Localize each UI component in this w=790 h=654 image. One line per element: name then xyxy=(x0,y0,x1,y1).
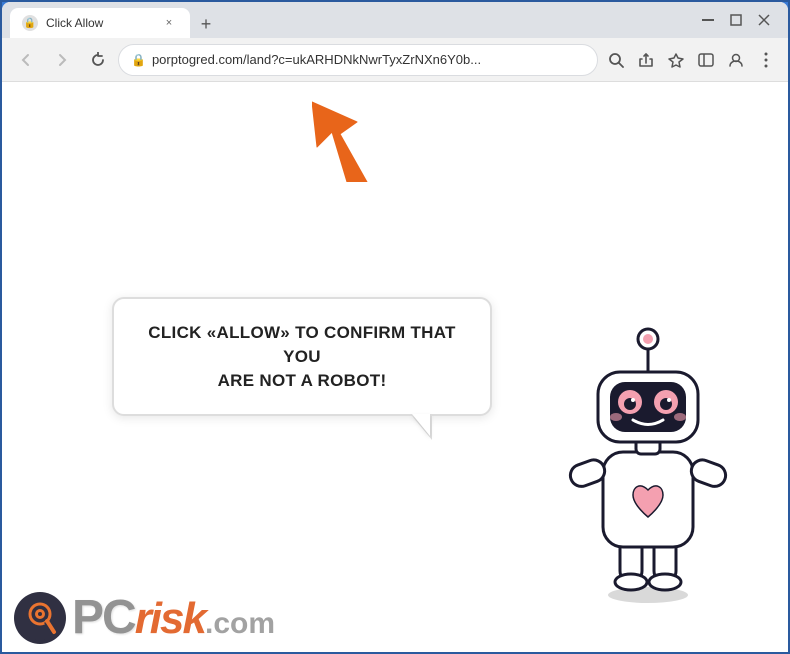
profile-icon[interactable] xyxy=(722,46,750,74)
restore-button[interactable] xyxy=(728,12,744,28)
sidebar-icon[interactable] xyxy=(692,46,720,74)
share-icon[interactable] xyxy=(632,46,660,74)
speech-bubble: CLICK «ALLOW» TO CONFIRM THAT YOU ARE NO… xyxy=(112,297,492,416)
bubble-text: CLICK «ALLOW» TO CONFIRM THAT YOU ARE NO… xyxy=(142,321,462,392)
window-controls xyxy=(700,12,780,28)
browser-window: 🔒 Click Allow × + xyxy=(2,2,788,652)
forward-button[interactable] xyxy=(46,44,78,76)
tab-favicon: 🔒 xyxy=(22,15,38,31)
url-text: porptogred.com/land?c=ukARHDNkNwrTyxZrNX… xyxy=(152,52,585,67)
toolbar: 🔒 porptogred.com/land?c=ukARHDNkNwrTyxZr… xyxy=(2,38,788,82)
active-tab[interactable]: 🔒 Click Allow × xyxy=(10,8,190,38)
close-button[interactable] xyxy=(756,12,772,28)
pcrisk-logo xyxy=(14,592,66,644)
search-icon[interactable] xyxy=(602,46,630,74)
titlebar: 🔒 Click Allow × + xyxy=(2,2,788,38)
pc-text: PC xyxy=(72,594,135,642)
bookmark-icon[interactable] xyxy=(662,46,690,74)
tab-close-button[interactable]: × xyxy=(160,14,178,32)
menu-icon[interactable] xyxy=(752,46,780,74)
pcrisk-watermark: PC risk .com xyxy=(2,584,287,652)
risk-text: risk xyxy=(135,597,205,641)
new-tab-button[interactable]: + xyxy=(192,10,220,38)
refresh-button[interactable] xyxy=(82,44,114,76)
tab-title-text: Click Allow xyxy=(46,16,152,30)
page-content: CLICK «ALLOW» TO CONFIRM THAT YOU ARE NO… xyxy=(2,82,788,652)
minimize-button[interactable] xyxy=(700,12,716,28)
address-bar[interactable]: 🔒 porptogred.com/land?c=ukARHDNkNwrTyxZr… xyxy=(118,44,598,76)
robot-illustration xyxy=(548,317,748,597)
com-text: .com xyxy=(205,609,275,639)
back-button[interactable] xyxy=(10,44,42,76)
tab-area: 🔒 Click Allow × + xyxy=(10,2,700,38)
lock-icon: 🔒 xyxy=(131,53,146,67)
toolbar-icons xyxy=(602,46,780,74)
